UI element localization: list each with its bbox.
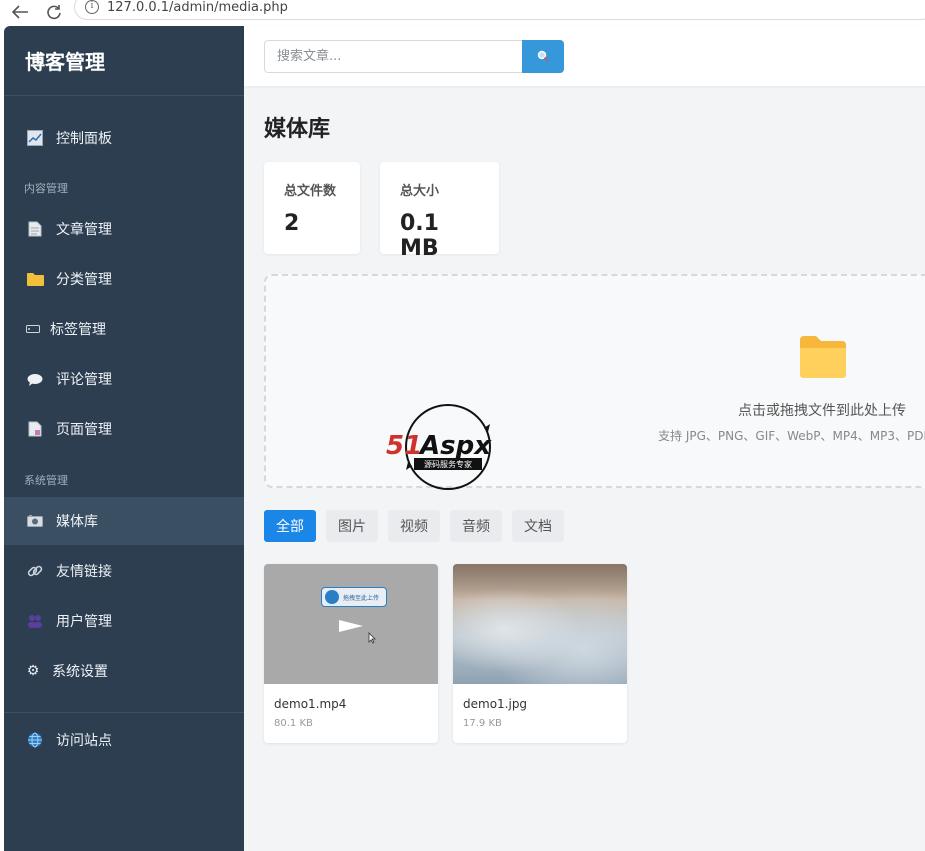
svg-text:51: 51 [386, 431, 422, 461]
tag-icon [26, 320, 40, 338]
url-text: 127.0.0.1/admin/media.php [107, 0, 288, 15]
sidebar: 博客管理 控制面板 内容管理 文章管理 分类管理 标签管理 评论管理 页面管理 … [4, 26, 244, 851]
stat-card-total-size: 总大小 0.1 MB [380, 162, 499, 261]
sidebar-item-label: 文章管理 [56, 222, 112, 238]
search-button[interactable] [522, 39, 564, 73]
play-icon [339, 620, 363, 632]
main-content: 媒体库 总文件数 2 总大小 0.1 MB 点击或拖拽文件到此处上传 支持 JP… [244, 26, 925, 851]
file-size: 17.9 KB [463, 718, 502, 729]
address-bar[interactable]: i 127.0.0.1/admin/media.php [74, 0, 925, 20]
sidebar-item-label: 标签管理 [50, 322, 106, 338]
video-thumbnail[interactable]: 拖拽至此上传 [264, 564, 438, 684]
file-size: 80.1 KB [274, 718, 313, 729]
folder-icon [800, 336, 846, 378]
comment-icon [26, 370, 44, 388]
sidebar-item-settings[interactable]: ⚙ 系统设置 [4, 647, 244, 695]
file-name: demo1.mp4 [274, 697, 347, 711]
sidebar-item-tags[interactable]: 标签管理 [4, 305, 244, 353]
file-name: demo1.jpg [463, 697, 528, 711]
thumb-badge-text: 拖拽至此上传 [343, 594, 380, 602]
cursor-icon [368, 632, 376, 644]
search-input[interactable] [264, 39, 522, 73]
sidebar-item-links[interactable]: 友情链接 [4, 547, 244, 595]
link-icon [26, 562, 44, 580]
top-bar [244, 26, 925, 86]
globe-icon [26, 731, 44, 749]
sidebar-item-label: 友情链接 [56, 564, 112, 580]
document-icon [26, 220, 44, 238]
gear-icon: ⚙ [26, 663, 40, 679]
stat-card-total-files: 总文件数 2 [264, 162, 360, 254]
reload-icon [47, 5, 61, 20]
media-card-video[interactable]: 拖拽至此上传 demo1.mp4 80.1 KB [264, 564, 438, 743]
sidebar-item-label: 媒体库 [56, 514, 98, 530]
tab-audio[interactable]: 音频 [450, 510, 502, 542]
sidebar-item-comments[interactable]: 评论管理 [4, 355, 244, 403]
stat-label: 总大小 [400, 184, 440, 199]
svg-text:Aspx: Aspx [418, 431, 492, 461]
tab-documents[interactable]: 文档 [512, 510, 564, 542]
users-icon [26, 612, 44, 630]
section-label-system: 系统管理 [24, 474, 68, 487]
sidebar-item-label: 页面管理 [56, 422, 112, 438]
media-card-image[interactable]: demo1.jpg 17.9 KB [453, 564, 627, 743]
thumb-upload-badge: 拖拽至此上传 [321, 587, 387, 607]
sidebar-item-label: 系统设置 [52, 664, 108, 680]
sidebar-item-label: 访问站点 [56, 733, 112, 749]
sidebar-divider [4, 712, 244, 713]
upload-hint: 支持 JPG、PNG、GIF、WebP、MP4、MP3、PDF、 [658, 429, 925, 443]
browser-toolbar: i 127.0.0.1/admin/media.php [0, 0, 925, 24]
sidebar-item-label: 评论管理 [56, 372, 112, 388]
sidebar-item-label: 分类管理 [56, 272, 112, 288]
svg-text:源码服务专家: 源码服务专家 [424, 459, 472, 469]
sidebar-item-categories[interactable]: 分类管理 [4, 255, 244, 303]
sidebar-item-users[interactable]: 用户管理 [4, 597, 244, 645]
camera-icon [26, 512, 44, 530]
sidebar-item-dashboard[interactable]: 控制面板 [4, 114, 244, 162]
back-arrow-icon [11, 5, 28, 19]
reload-button[interactable] [44, 2, 64, 22]
sidebar-item-visit-site[interactable]: 访问站点 [4, 716, 244, 764]
site-info-icon[interactable]: i [85, 0, 99, 14]
tab-all[interactable]: 全部 [264, 510, 316, 542]
sidebar-item-pages[interactable]: 页面管理 [4, 405, 244, 453]
page-icon [26, 420, 44, 438]
back-button[interactable] [10, 2, 30, 22]
stat-label: 总文件数 [284, 184, 337, 199]
section-label-content: 内容管理 [24, 182, 68, 195]
sidebar-item-label: 用户管理 [56, 614, 112, 630]
brand-title: 博客管理 [4, 26, 244, 96]
sidebar-item-posts[interactable]: 文章管理 [4, 205, 244, 253]
folder-icon [26, 270, 44, 288]
upload-dropzone[interactable]: 点击或拖拽文件到此处上传 支持 JPG、PNG、GIF、WebP、MP4、MP3… [264, 274, 925, 490]
stat-value: 0.1 MB [400, 211, 439, 261]
search-form [264, 39, 564, 73]
upload-title: 点击或拖拽文件到此处上传 [738, 403, 906, 419]
image-thumbnail[interactable] [453, 564, 627, 684]
page-title: 媒体库 [264, 117, 331, 142]
tab-images[interactable]: 图片 [326, 510, 378, 542]
stat-value: 2 [284, 211, 300, 236]
search-icon [537, 50, 549, 62]
sidebar-item-media[interactable]: 媒体库 [4, 497, 244, 545]
sidebar-item-label: 控制面板 [56, 131, 112, 147]
cloud-icon [325, 590, 339, 604]
watermark-logo: 51 Aspx x 源码服务专家 [386, 404, 492, 490]
chart-icon [26, 129, 44, 147]
tab-videos[interactable]: 视频 [388, 510, 440, 542]
filter-tabs: 全部 图片 视频 音频 文档 [264, 510, 574, 542]
